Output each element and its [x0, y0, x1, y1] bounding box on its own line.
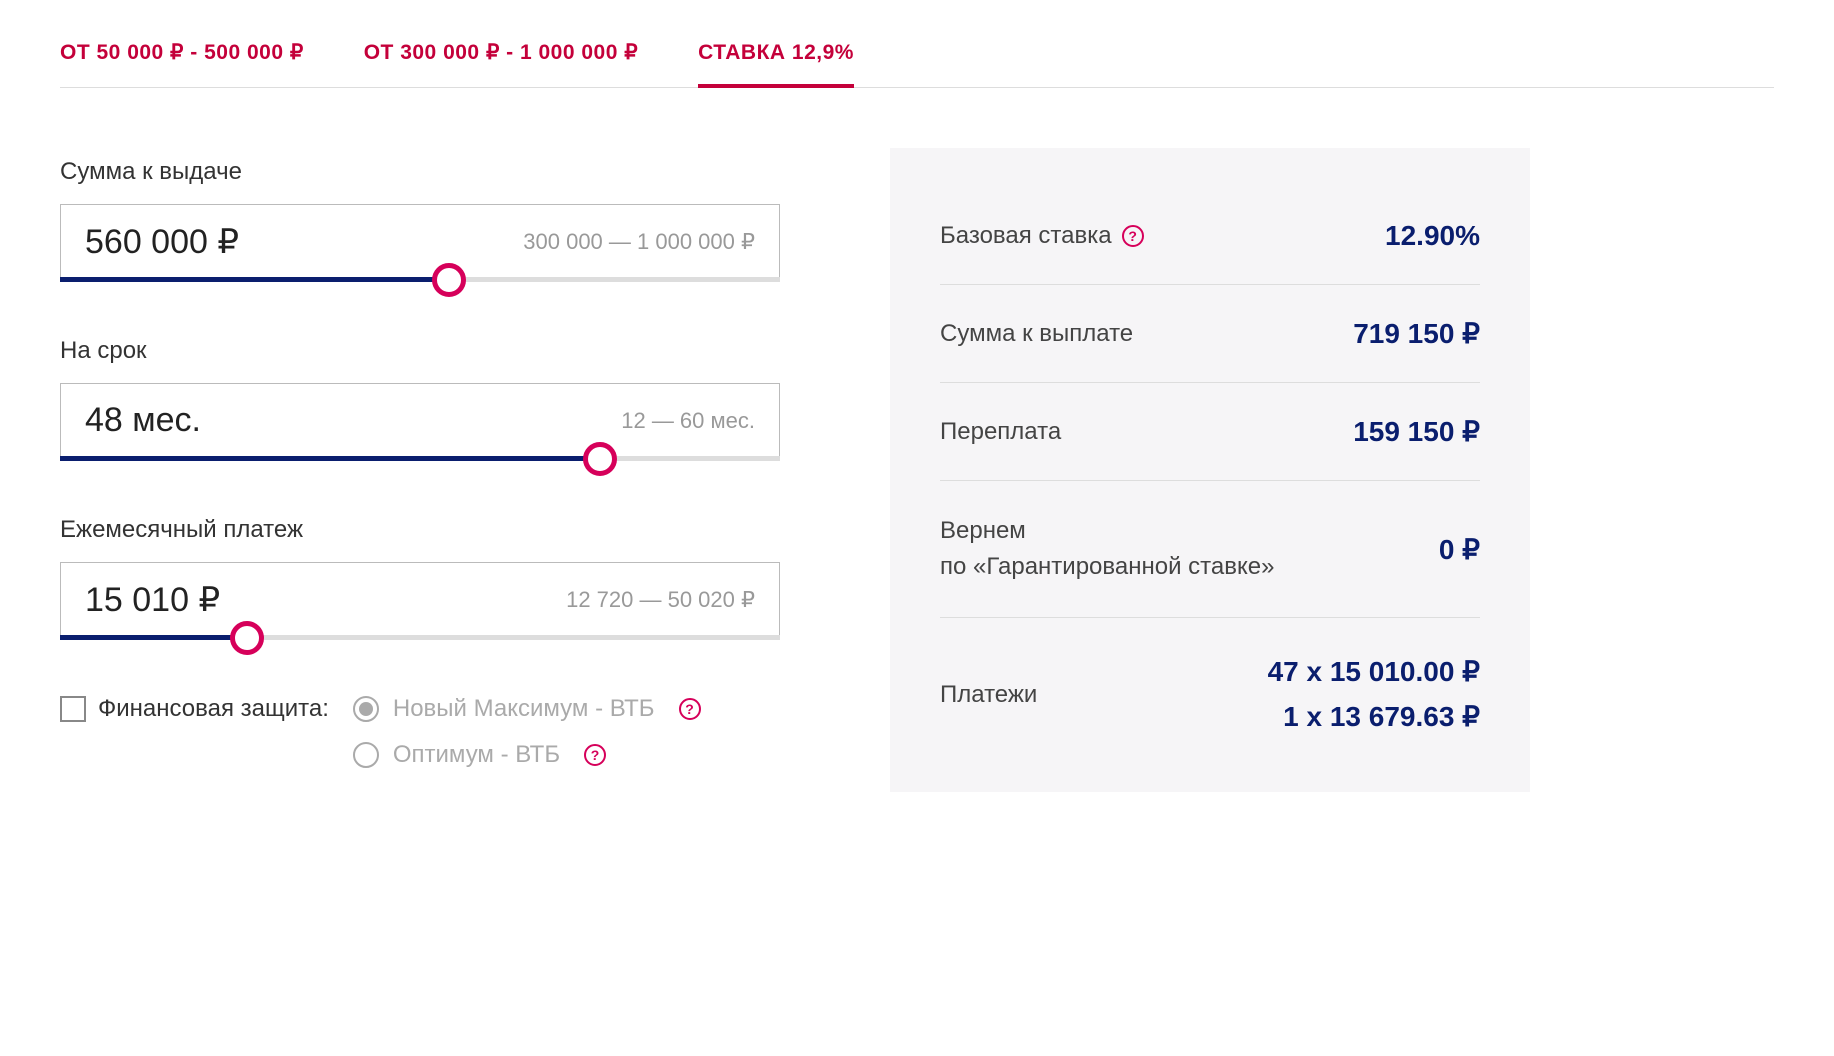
help-icon[interactable]: ? — [679, 698, 701, 720]
payment-field: Ежемесячный платеж 15 010 ₽ 12 720 — 50 … — [60, 516, 780, 640]
tab-rate-129[interactable]: СТАВКА 12,9% — [698, 41, 854, 87]
radio-icon — [353, 742, 379, 768]
protection-option-label: Новый Максимум - ВТБ — [393, 695, 655, 723]
summary-panel: Базовая ставка ? 12.90% Сумма к выплате … — [890, 148, 1530, 792]
summary-overpayment: Переплата 159 150 ₽ — [940, 383, 1480, 481]
term-field: На срок 48 мес. 12 — 60 мес. — [60, 337, 780, 461]
summary-cashback: Вернем по «Гарантированной ставке» 0 ₽ — [940, 481, 1480, 618]
summary-value: 159 150 ₽ — [1353, 415, 1480, 448]
summary-label: Платежи — [940, 681, 1037, 709]
summary-value: 719 150 ₽ — [1353, 317, 1480, 350]
summary-label: Сумма к выплате — [940, 320, 1133, 348]
rate-tabs: ОТ 50 000 ₽ - 500 000 ₽ ОТ 300 000 ₽ - 1… — [60, 40, 1774, 88]
summary-base-rate: Базовая ставка ? 12.90% — [940, 188, 1480, 285]
summary-label: Переплата — [940, 418, 1061, 446]
amount-slider-fill — [60, 277, 449, 282]
term-label: На срок — [60, 337, 780, 365]
term-slider[interactable] — [60, 456, 780, 461]
amount-value: 560 000 ₽ — [85, 222, 239, 262]
protection-label: Финансовая защита: — [98, 695, 329, 723]
protection-checkbox[interactable]: Финансовая защита: — [60, 695, 329, 723]
protection-option-optimum[interactable]: Оптимум - ВТБ ? — [353, 741, 701, 769]
payment-slider[interactable] — [60, 635, 780, 640]
term-value: 48 мес. — [85, 401, 201, 440]
payment-label: Ежемесячный платеж — [60, 516, 780, 544]
protection-option-max[interactable]: Новый Максимум - ВТБ ? — [353, 695, 701, 723]
payment-range-hint: 12 720 — 50 020 ₽ — [566, 587, 755, 613]
payment-slider-handle[interactable] — [230, 621, 264, 655]
amount-label: Сумма к выдаче — [60, 158, 780, 186]
term-range-hint: 12 — 60 мес. — [621, 408, 755, 434]
radio-icon — [353, 696, 379, 722]
tab-range-1[interactable]: ОТ 50 000 ₽ - 500 000 ₽ — [60, 40, 304, 87]
payment-slider-fill — [60, 635, 247, 640]
term-input[interactable]: 48 мес. 12 — 60 мес. — [60, 383, 780, 458]
amount-range-hint: 300 000 — 1 000 000 ₽ — [523, 229, 755, 255]
amount-field: Сумма к выдаче 560 000 ₽ 300 000 — 1 000… — [60, 158, 780, 282]
calculator-inputs: Сумма к выдаче 560 000 ₽ 300 000 — 1 000… — [60, 158, 780, 769]
tab-range-2[interactable]: ОТ 300 000 ₽ - 1 000 000 ₽ — [364, 40, 638, 87]
amount-input[interactable]: 560 000 ₽ 300 000 — 1 000 000 ₽ — [60, 204, 780, 279]
summary-total-payable: Сумма к выплате 719 150 ₽ — [940, 285, 1480, 383]
summary-value: 47 x 15 010.00 ₽ 1 x 13 679.63 ₽ — [1268, 650, 1480, 740]
term-slider-handle[interactable] — [583, 442, 617, 476]
summary-payments: Платежи 47 x 15 010.00 ₽ 1 x 13 679.63 ₽ — [940, 618, 1480, 772]
checkbox-icon — [60, 696, 86, 722]
term-slider-fill — [60, 456, 600, 461]
payment-value: 15 010 ₽ — [85, 580, 220, 620]
help-icon[interactable]: ? — [1122, 225, 1144, 247]
amount-slider[interactable] — [60, 277, 780, 282]
summary-value: 12.90% — [1385, 220, 1480, 252]
summary-label: Вернем по «Гарантированной ставке» — [940, 513, 1274, 585]
protection-options: Финансовая защита: Новый Максимум - ВТБ … — [60, 695, 780, 769]
summary-label: Базовая ставка ? — [940, 222, 1144, 250]
summary-value: 0 ₽ — [1439, 533, 1480, 566]
protection-option-label: Оптимум - ВТБ — [393, 741, 560, 769]
protection-radio-group: Новый Максимум - ВТБ ? Оптимум - ВТБ ? — [353, 695, 701, 769]
help-icon[interactable]: ? — [584, 744, 606, 766]
payment-input[interactable]: 15 010 ₽ 12 720 — 50 020 ₽ — [60, 562, 780, 637]
amount-slider-handle[interactable] — [432, 263, 466, 297]
